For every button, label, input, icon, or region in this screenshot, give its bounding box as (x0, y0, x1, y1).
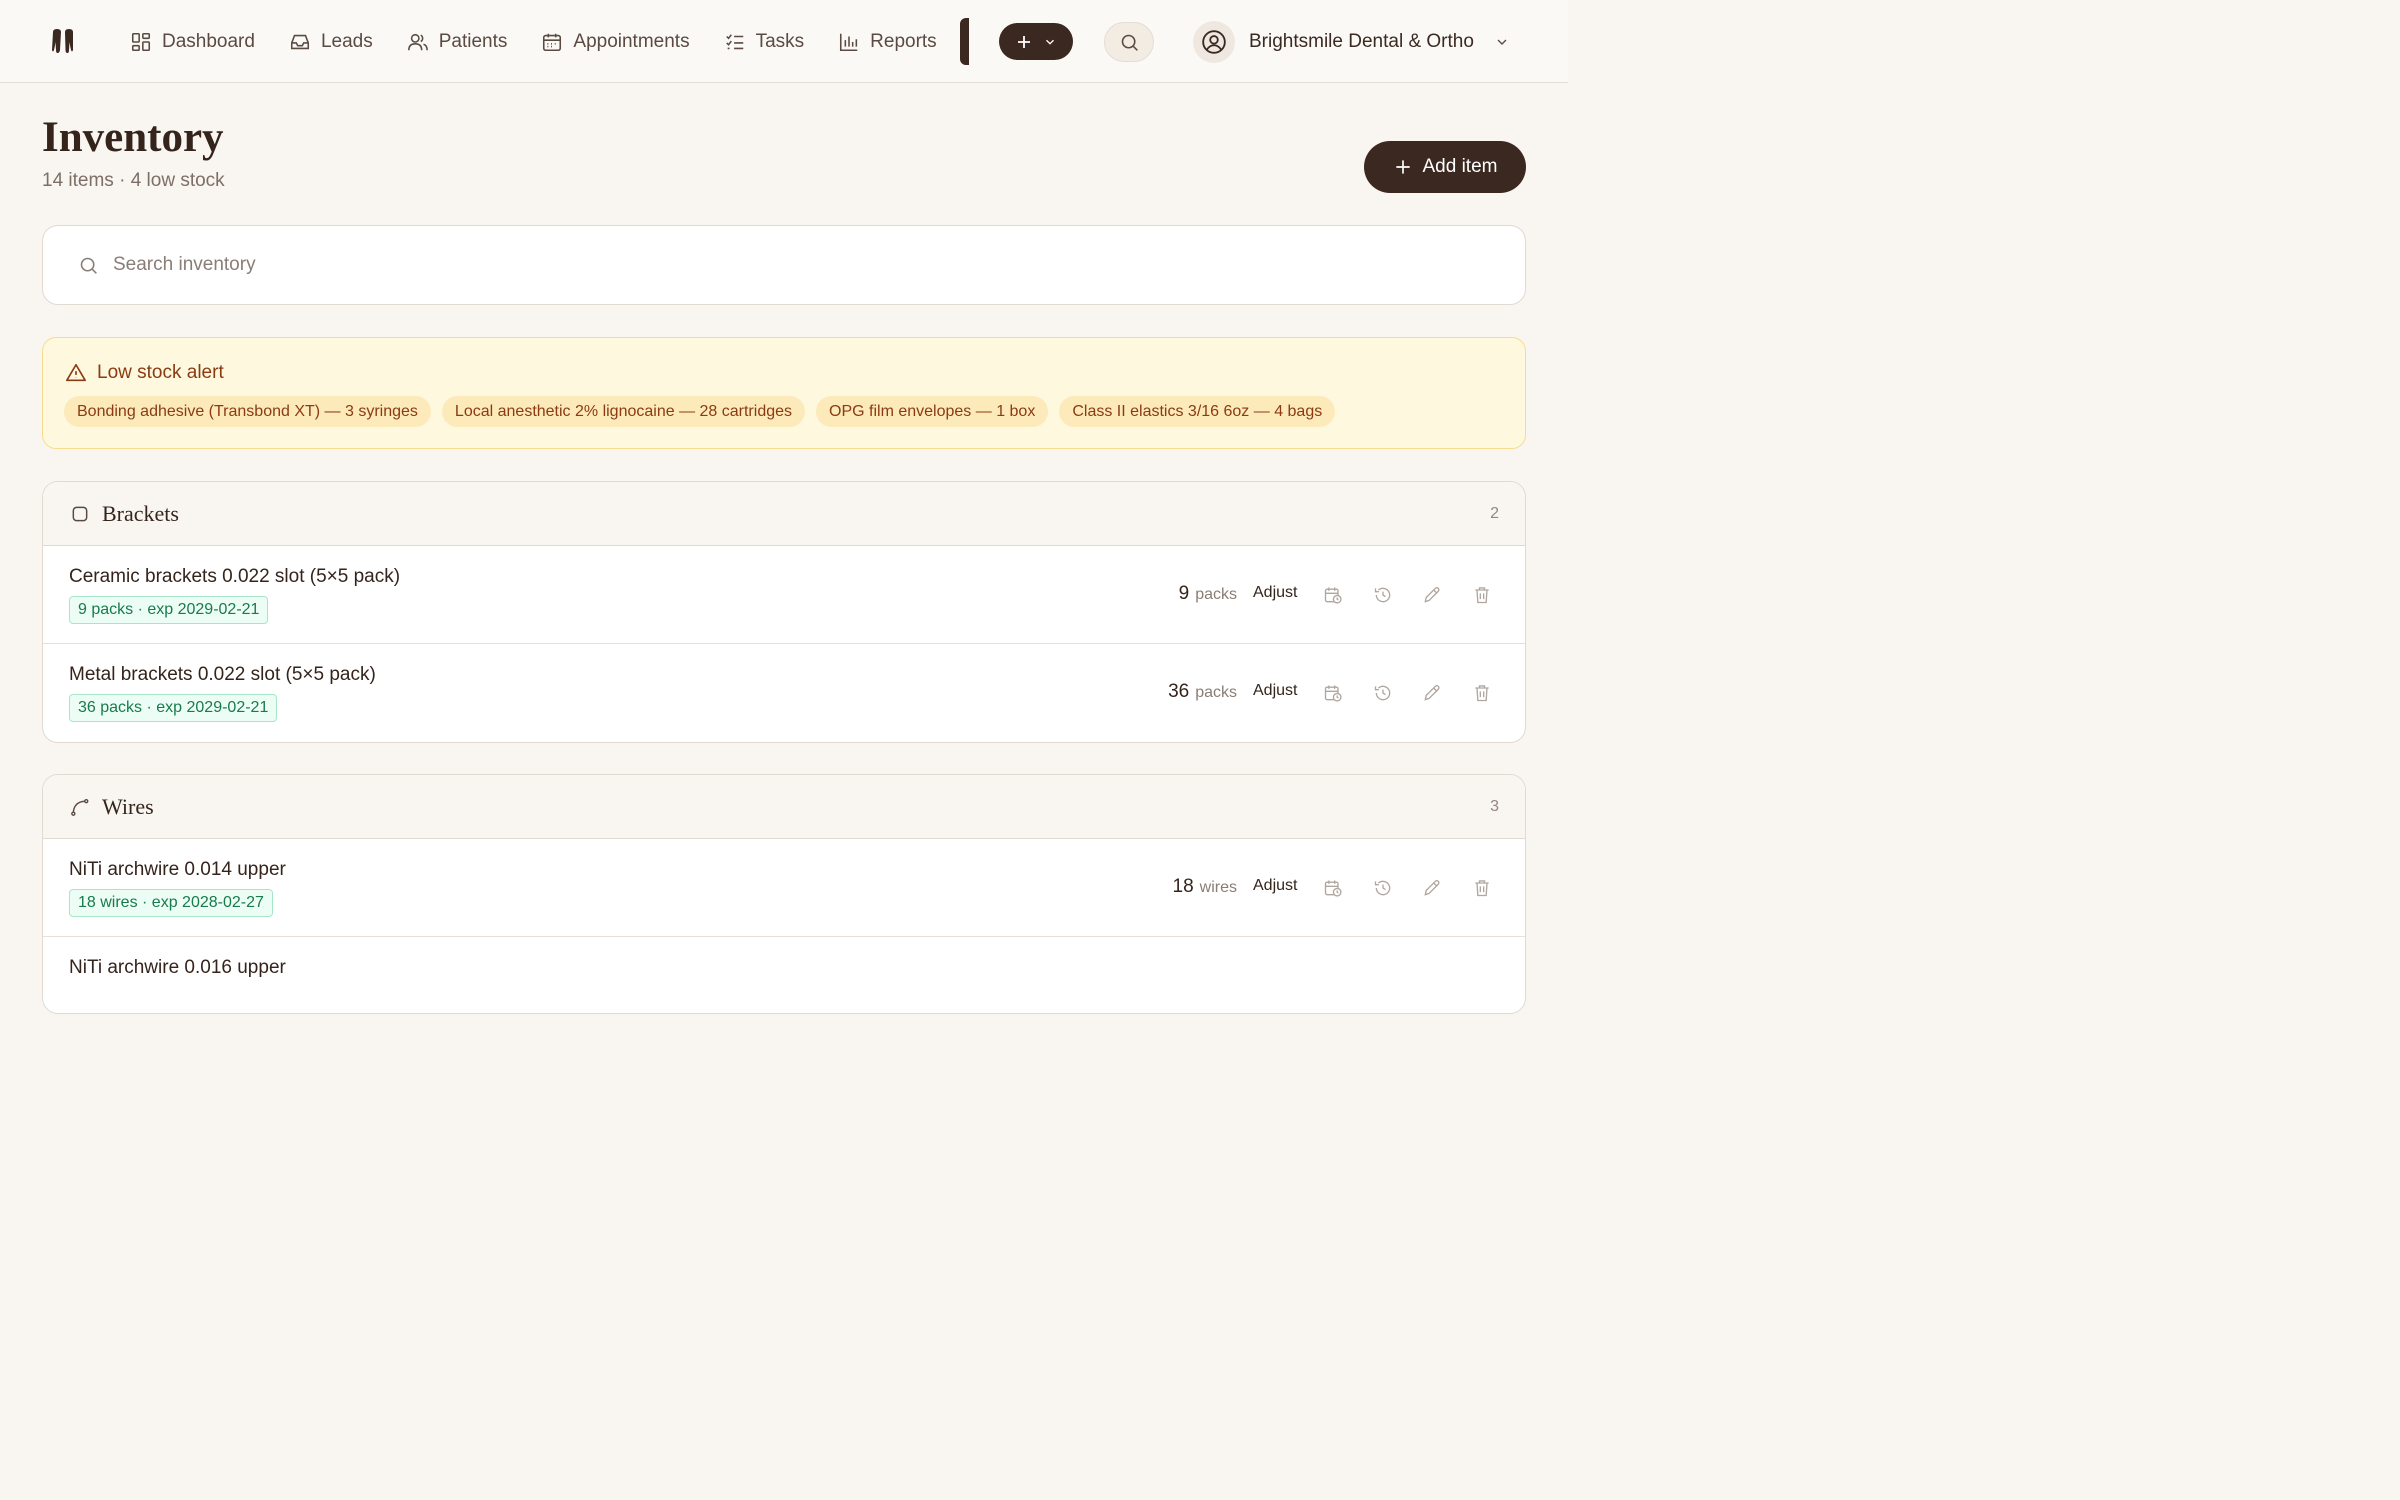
inventory-row: NiTi archwire 0.016 upper (43, 937, 1525, 1013)
nav-tasks[interactable]: Tasks (724, 30, 805, 53)
search-input[interactable] (113, 254, 1413, 276)
qty-number: 18 (1172, 876, 1194, 897)
nav-dashboard-label: Dashboard (162, 30, 255, 52)
edit-icon[interactable] (1422, 878, 1442, 898)
qty-unit: packs (1195, 684, 1237, 701)
edit-icon[interactable] (1422, 585, 1442, 605)
low-stock-chip[interactable]: Class II elastics 3/16 6oz — 4 bags (1059, 396, 1336, 427)
chevron-down-icon (1043, 35, 1057, 49)
page-title: Inventory (42, 114, 224, 161)
qty-unit: wires (1199, 879, 1237, 896)
global-search-button[interactable] (1104, 22, 1154, 62)
history-icon[interactable] (1373, 878, 1393, 898)
plus-icon (1393, 157, 1413, 177)
checklist-icon (724, 31, 746, 53)
chevron-down-icon (1488, 34, 1510, 50)
section-title: Wires (102, 793, 154, 819)
item-name: NiTi archwire 0.014 upper (69, 859, 286, 880)
alert-header: Low stock alert (65, 362, 224, 384)
stock-badge: 36 packs · exp 2029-02-21 (69, 694, 278, 722)
nav-reports[interactable]: Reports (838, 31, 937, 53)
nav-leads[interactable]: Leads (289, 31, 373, 53)
top-nav: Dashboard Leads Patients Appointments Ta… (0, 0, 1568, 83)
page-subtitle: 14 items · 4 low stock (42, 170, 225, 191)
calendar-clock-icon[interactable] (1323, 585, 1343, 605)
alert-chips: Bonding adhesive (Transbond XT) — 3 syri… (64, 396, 1336, 427)
trash-icon[interactable] (1472, 585, 1492, 605)
nav-leads-label: Leads (320, 30, 373, 52)
add-item-label: Add item (1422, 156, 1498, 177)
tooth-logo-icon[interactable] (50, 28, 76, 56)
low-stock-chip[interactable]: Local anesthetic 2% lignocaine — 28 cart… (441, 396, 806, 427)
add-item-button[interactable]: Add item (1364, 141, 1526, 193)
section-header: Brackets 2 (43, 482, 1525, 546)
low-stock-alert: Low stock alert Bonding adhesive (Transb… (42, 337, 1526, 449)
quick-create-button[interactable] (999, 23, 1073, 60)
section-brackets: Brackets 2 Ceramic brackets 0.022 slot (… (42, 481, 1526, 743)
calendar-clock-icon[interactable] (1323, 878, 1343, 898)
trash-icon[interactable] (1472, 878, 1492, 898)
trash-icon[interactable] (1472, 683, 1492, 703)
inventory-row: Ceramic brackets 0.022 slot (5×5 pack) 9… (43, 546, 1525, 644)
section-wires: Wires 3 NiTi archwire 0.014 upper 18 wir… (42, 774, 1526, 1014)
item-name: Metal brackets 0.022 slot (5×5 pack) (69, 664, 376, 685)
section-count: 3 (1490, 797, 1499, 815)
nav-patients-label: Patients (438, 30, 508, 52)
nav-reports-label: Reports (870, 30, 937, 52)
user-circle-icon (1201, 29, 1227, 55)
qty-number: 9 (1178, 583, 1190, 604)
square-icon (70, 504, 102, 524)
nav-patients[interactable]: Patients (407, 30, 508, 53)
account-menu[interactable]: Brightsmile Dental & Ortho (1193, 20, 1510, 63)
nav-appointments[interactable]: Appointments (541, 30, 690, 53)
qty-number: 36 (1168, 681, 1190, 702)
history-icon[interactable] (1373, 683, 1393, 703)
search-icon (1119, 32, 1140, 53)
section-title: Brackets (102, 500, 179, 526)
adjust-button[interactable]: Adjust (1253, 682, 1297, 700)
history-icon[interactable] (1373, 585, 1393, 605)
calendar-icon (541, 31, 563, 53)
wire-icon (70, 797, 102, 817)
section-count: 2 (1490, 504, 1499, 522)
inventory-search[interactable] (42, 225, 1526, 305)
dashboard-icon (130, 31, 152, 53)
alert-title: Low stock alert (97, 362, 224, 383)
qty-unit: packs (1195, 586, 1237, 603)
low-stock-chip[interactable]: Bonding adhesive (Transbond XT) — 3 syri… (64, 396, 431, 427)
plus-icon (1015, 33, 1033, 51)
inbox-icon (289, 31, 311, 53)
adjust-button[interactable]: Adjust (1253, 877, 1297, 895)
item-name: NiTi archwire 0.016 upper (69, 957, 286, 978)
item-name: Ceramic brackets 0.022 slot (5×5 pack) (69, 566, 401, 587)
nav-divider (960, 18, 969, 65)
bar-chart-icon (838, 31, 860, 53)
users-icon (407, 31, 429, 53)
item-quantity: 18 wires (1173, 876, 1237, 898)
edit-icon[interactable] (1422, 683, 1442, 703)
nav-appointments-label: Appointments (573, 30, 690, 52)
avatar (1193, 20, 1235, 63)
inventory-row: Metal brackets 0.022 slot (5×5 pack) 36 … (43, 644, 1525, 742)
calendar-clock-icon[interactable] (1323, 683, 1343, 703)
account-name: Brightsmile Dental & Ortho (1249, 30, 1474, 52)
item-quantity: 9 packs (1179, 583, 1237, 605)
stock-badge: 18 wires · exp 2028-02-27 (69, 889, 273, 917)
search-icon (78, 255, 113, 276)
adjust-button[interactable]: Adjust (1253, 584, 1297, 602)
section-header: Wires 3 (43, 775, 1525, 839)
inventory-row: NiTi archwire 0.014 upper 18 wires · exp… (43, 839, 1525, 937)
low-stock-chip[interactable]: OPG film envelopes — 1 box (816, 396, 1049, 427)
nav-dashboard[interactable]: Dashboard (130, 31, 255, 53)
item-quantity: 36 packs (1168, 681, 1237, 703)
stock-badge: 9 packs · exp 2029-02-21 (69, 596, 269, 624)
warning-icon (65, 362, 87, 384)
nav-tasks-label: Tasks (755, 30, 805, 52)
